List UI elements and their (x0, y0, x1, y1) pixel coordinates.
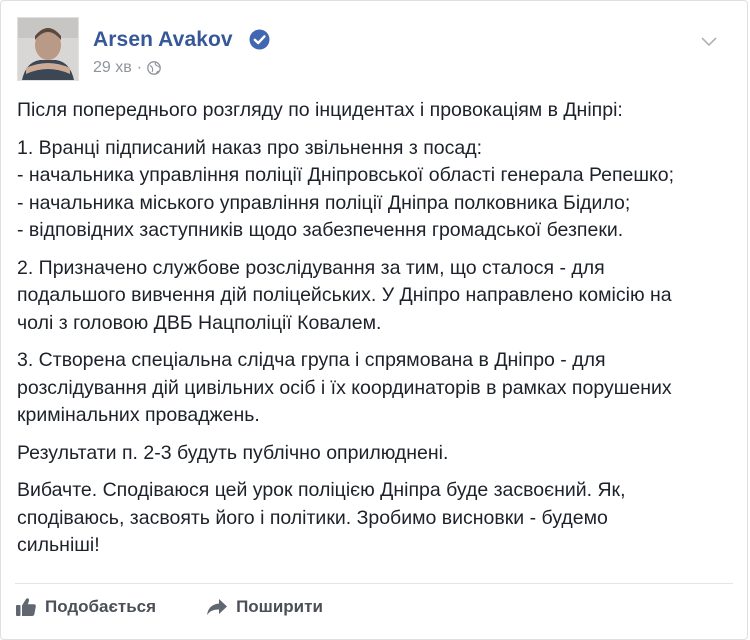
post-paragraph: 1. Вранці підписаний наказ про звільненн… (17, 135, 729, 245)
post-paragraph: 2. Призначено службове розслідування за … (17, 255, 729, 338)
post-text-line: - відповідних заступників щодо забезпече… (17, 219, 624, 241)
post-card: Arsen Avakov 29 хв · Після попереднього … (0, 0, 748, 640)
post-text-line: 1. Вранці підписаний наказ про звільненн… (17, 136, 483, 159)
post-paragraph: Вибачте. Сподіваюся цей урок поліцією Дн… (17, 477, 729, 560)
avatar-photo (18, 18, 78, 80)
post-text-line: Результати п. 2-3 будуть публічно оприлю… (17, 441, 449, 464)
post-header: Arsen Avakov 29 хв · (17, 17, 733, 81)
post-actions-bar: Подобається Поширити (15, 589, 373, 625)
post-paragraph: 3. Створена спеціальна слідча група і сп… (17, 347, 729, 430)
post-text-line: розслідування дій цивільних осіб і їх ко… (17, 376, 672, 399)
like-label: Подобається (45, 597, 157, 616)
post-text-line: сподіваюсь, засвоять його і політики. Зр… (17, 506, 608, 529)
share-button[interactable]: Поширити (206, 597, 323, 617)
post-timestamp[interactable]: 29 хв (93, 59, 132, 77)
verified-badge-icon (249, 29, 270, 50)
post-text-line: 3. Створена спеціальна слідча група і сп… (17, 349, 606, 371)
post-text-line: Вибачте. Сподіваюся цей урок поліцією Дн… (17, 479, 626, 501)
post-text-line: подальшого вивчення дій поліцейських. У … (17, 284, 672, 306)
chevron-down-icon[interactable] (699, 35, 719, 49)
post-text-line: сильніші! (17, 534, 100, 556)
post-text-line: чолі з головою ДВБ Нацполіції Ковалем. (17, 311, 382, 334)
post-text: Після попереднього розгляду по інцидента… (17, 97, 729, 570)
post-text-line: кримінальних проваджень. (17, 404, 260, 426)
post-paragraph: Після попереднього розгляду по інцидента… (17, 97, 729, 125)
share-label: Поширити (236, 597, 323, 616)
actions-divider (15, 583, 733, 584)
avatar[interactable] (17, 17, 79, 81)
post-text-line: - начальника міського управління поліції… (17, 191, 631, 214)
author-name-link[interactable]: Arsen Avakov (93, 28, 233, 52)
share-arrow-icon (207, 599, 228, 615)
post-text-line: Після попереднього розгляду по інцидента… (17, 99, 623, 121)
post-text-line: - начальника управління поліції Дніпровс… (17, 164, 675, 186)
meta-separator: · (136, 59, 143, 76)
post-paragraph: Результати п. 2-3 будуть публічно оприлю… (17, 440, 729, 468)
thumbs-up-icon (16, 598, 36, 616)
like-button[interactable]: Подобається (15, 597, 156, 617)
post-text-line: 2. Призначено службове розслідування за … (17, 256, 605, 279)
globe-icon[interactable] (147, 61, 161, 75)
post-meta: 29 хв · (93, 59, 161, 77)
